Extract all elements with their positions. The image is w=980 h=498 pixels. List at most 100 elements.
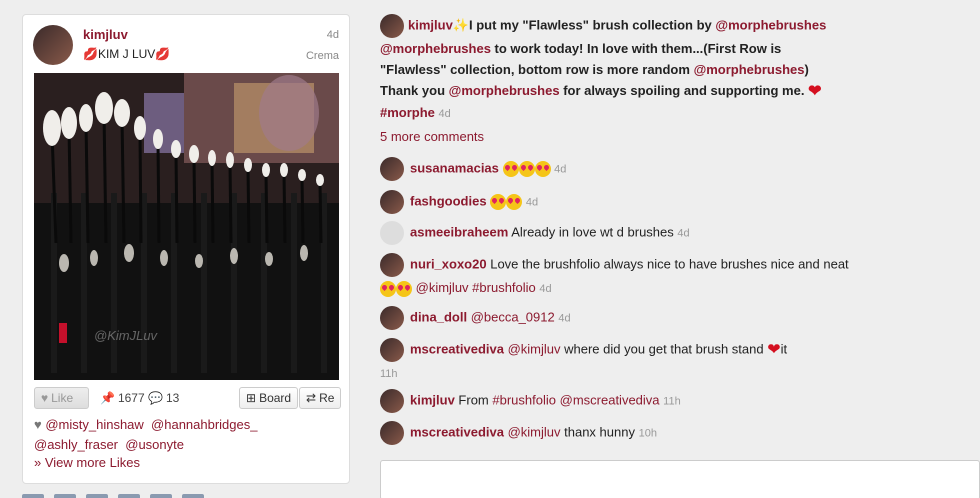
- photo-watermark: @KimJLuv: [94, 328, 158, 343]
- hashtag-link[interactable]: #brushfolio: [472, 280, 536, 295]
- comment: mscreativediva @kimjluv where did you ge…: [380, 338, 850, 385]
- avatar[interactable]: [380, 14, 404, 38]
- heart-eyes-emoji-icon: [490, 194, 507, 210]
- comment-thread: kimjluv✨I put my "Flawless" brush collec…: [380, 0, 980, 498]
- pin-source[interactable]: Crema: [306, 50, 339, 62]
- mention-link[interactable]: @morphebrushes: [449, 83, 560, 98]
- sparkles-icon: ✨: [452, 17, 469, 33]
- likers-list: ♥ @misty_hinshaw @hannahbridges_ @ashly_…: [34, 415, 339, 455]
- pin-photo[interactable]: @KimJLuv: [34, 73, 339, 380]
- comment-time: 11h: [663, 395, 681, 408]
- repin-icon: ⇄: [306, 391, 317, 405]
- repin-button[interactable]: ⇄ Re: [299, 387, 342, 409]
- caption-username[interactable]: kimjluv: [408, 17, 453, 32]
- comment-username[interactable]: nuri_xoxo20: [410, 256, 487, 271]
- mention-link[interactable]: @morphebrushes: [715, 17, 826, 32]
- plus-square-icon: ⊞: [246, 391, 257, 405]
- view-more-likes-link[interactable]: » View more Likes: [34, 455, 140, 470]
- hashtag-link[interactable]: #morphe: [380, 105, 435, 120]
- heart-eyes-emoji-icon: [534, 161, 551, 177]
- heart-icon: ❤: [808, 83, 822, 101]
- heart-eyes-emoji-icon: [502, 161, 519, 177]
- share-button[interactable]: [22, 494, 44, 498]
- heart-icon: ♥: [34, 417, 42, 432]
- lips-icon: 💋: [155, 47, 171, 61]
- mention-link[interactable]: @kimjluv: [508, 341, 561, 356]
- comment: mscreativediva @kimjluv thanx hunny 10h: [380, 421, 850, 445]
- comment-username[interactable]: susanamacias: [410, 160, 499, 175]
- comment: dina_doll @becca_0912 4d: [380, 306, 850, 330]
- caption-time: 4d: [438, 108, 451, 121]
- avatar[interactable]: [380, 221, 404, 245]
- hashtag-link[interactable]: #brushfolio: [492, 392, 556, 407]
- mention-link[interactable]: @mscreativediva: [560, 392, 660, 407]
- pin-icon: 📌: [100, 391, 115, 405]
- liker-link[interactable]: @misty_hinshaw: [45, 417, 143, 432]
- comment-input[interactable]: [380, 460, 980, 498]
- mention-link[interactable]: @becca_0912: [471, 309, 555, 324]
- share-button[interactable]: [182, 494, 204, 498]
- repin-count: 📌 1677: [100, 391, 145, 405]
- share-buttons: [22, 494, 204, 498]
- share-button[interactable]: [86, 494, 108, 498]
- mention-link[interactable]: @kimjluv: [416, 280, 469, 295]
- brush-collection-image: [34, 73, 339, 380]
- comment-time: 4d: [525, 196, 539, 209]
- comment-count: 💬 13: [148, 391, 179, 405]
- avatar[interactable]: [380, 157, 404, 181]
- liker-link[interactable]: @hannahbridges_: [151, 417, 257, 432]
- board-label: Board: [259, 391, 292, 405]
- liker-link[interactable]: @usonyte: [125, 437, 184, 452]
- heart-icon: ❤: [767, 341, 781, 359]
- comment-count-value: 13: [165, 391, 180, 405]
- comment: susanamacias 4d: [380, 157, 850, 181]
- mention-link[interactable]: @morphebrushes: [694, 62, 805, 77]
- avatar[interactable]: [380, 253, 404, 277]
- more-comments-link[interactable]: 5 more comments: [380, 129, 484, 144]
- heart-eyes-emoji-icon: [506, 194, 523, 210]
- comment-username[interactable]: mscreativediva: [410, 341, 504, 356]
- repin-label: Re: [319, 391, 335, 405]
- comment: fashgoodies 4d: [380, 190, 850, 214]
- pin-author-avatar[interactable]: [33, 25, 73, 65]
- comment-username[interactable]: dina_doll: [410, 309, 467, 324]
- avatar[interactable]: [380, 421, 404, 445]
- comment-text: Already in love wt d brushes: [511, 224, 674, 240]
- share-button[interactable]: [118, 494, 140, 498]
- avatar[interactable]: [380, 306, 404, 330]
- comment-time: 10h: [638, 427, 657, 440]
- comment-username[interactable]: mscreativediva: [410, 424, 504, 439]
- comment-time: 4d: [554, 163, 567, 176]
- avatar[interactable]: [380, 338, 404, 362]
- comment-username[interactable]: asmeeibraheem: [410, 224, 508, 239]
- comment-time: 4d: [558, 312, 571, 325]
- repin-count-value: 1677: [117, 391, 145, 405]
- pin-author-display-name: 💋KIM J LUV💋: [83, 47, 170, 61]
- comment-username[interactable]: fashgoodies: [410, 193, 487, 208]
- like-button[interactable]: ♥ Like: [34, 387, 89, 409]
- comment-username[interactable]: kimjluv: [410, 392, 455, 407]
- pin-caption: kimjluv✨I put my "Flawless" brush collec…: [380, 14, 835, 125]
- caption-text: for always spoiling and supporting me.: [563, 83, 805, 98]
- pin-author-username[interactable]: kimjluv: [83, 27, 128, 42]
- mention-link[interactable]: @morphebrushes: [380, 41, 491, 56]
- comment-text: Love the brushfolio always nice to have …: [490, 256, 849, 272]
- liker-link[interactable]: @ashly_fraser: [34, 437, 118, 452]
- avatar[interactable]: [380, 389, 404, 413]
- heart-eyes-emoji-icon: [518, 161, 535, 177]
- pin-time: 4d: [326, 29, 339, 41]
- board-button[interactable]: ⊞ Board: [239, 387, 299, 409]
- comment-text: From: [458, 392, 489, 408]
- comment-text: where did you get that brush stand: [564, 341, 764, 357]
- like-label: Like: [51, 391, 74, 405]
- lips-icon: 💋: [83, 47, 98, 61]
- avatar[interactable]: [380, 190, 404, 214]
- comment-time: 11h: [380, 368, 398, 380]
- mention-link[interactable]: @kimjluv: [508, 424, 561, 439]
- display-name-text: KIM J LUV: [97, 47, 156, 61]
- comment-time: 4d: [677, 227, 690, 240]
- heart-eyes-emoji-icon: [396, 280, 412, 297]
- comment-text: thanx hunny: [564, 424, 635, 440]
- share-button[interactable]: [150, 494, 172, 498]
- share-button[interactable]: [54, 494, 76, 498]
